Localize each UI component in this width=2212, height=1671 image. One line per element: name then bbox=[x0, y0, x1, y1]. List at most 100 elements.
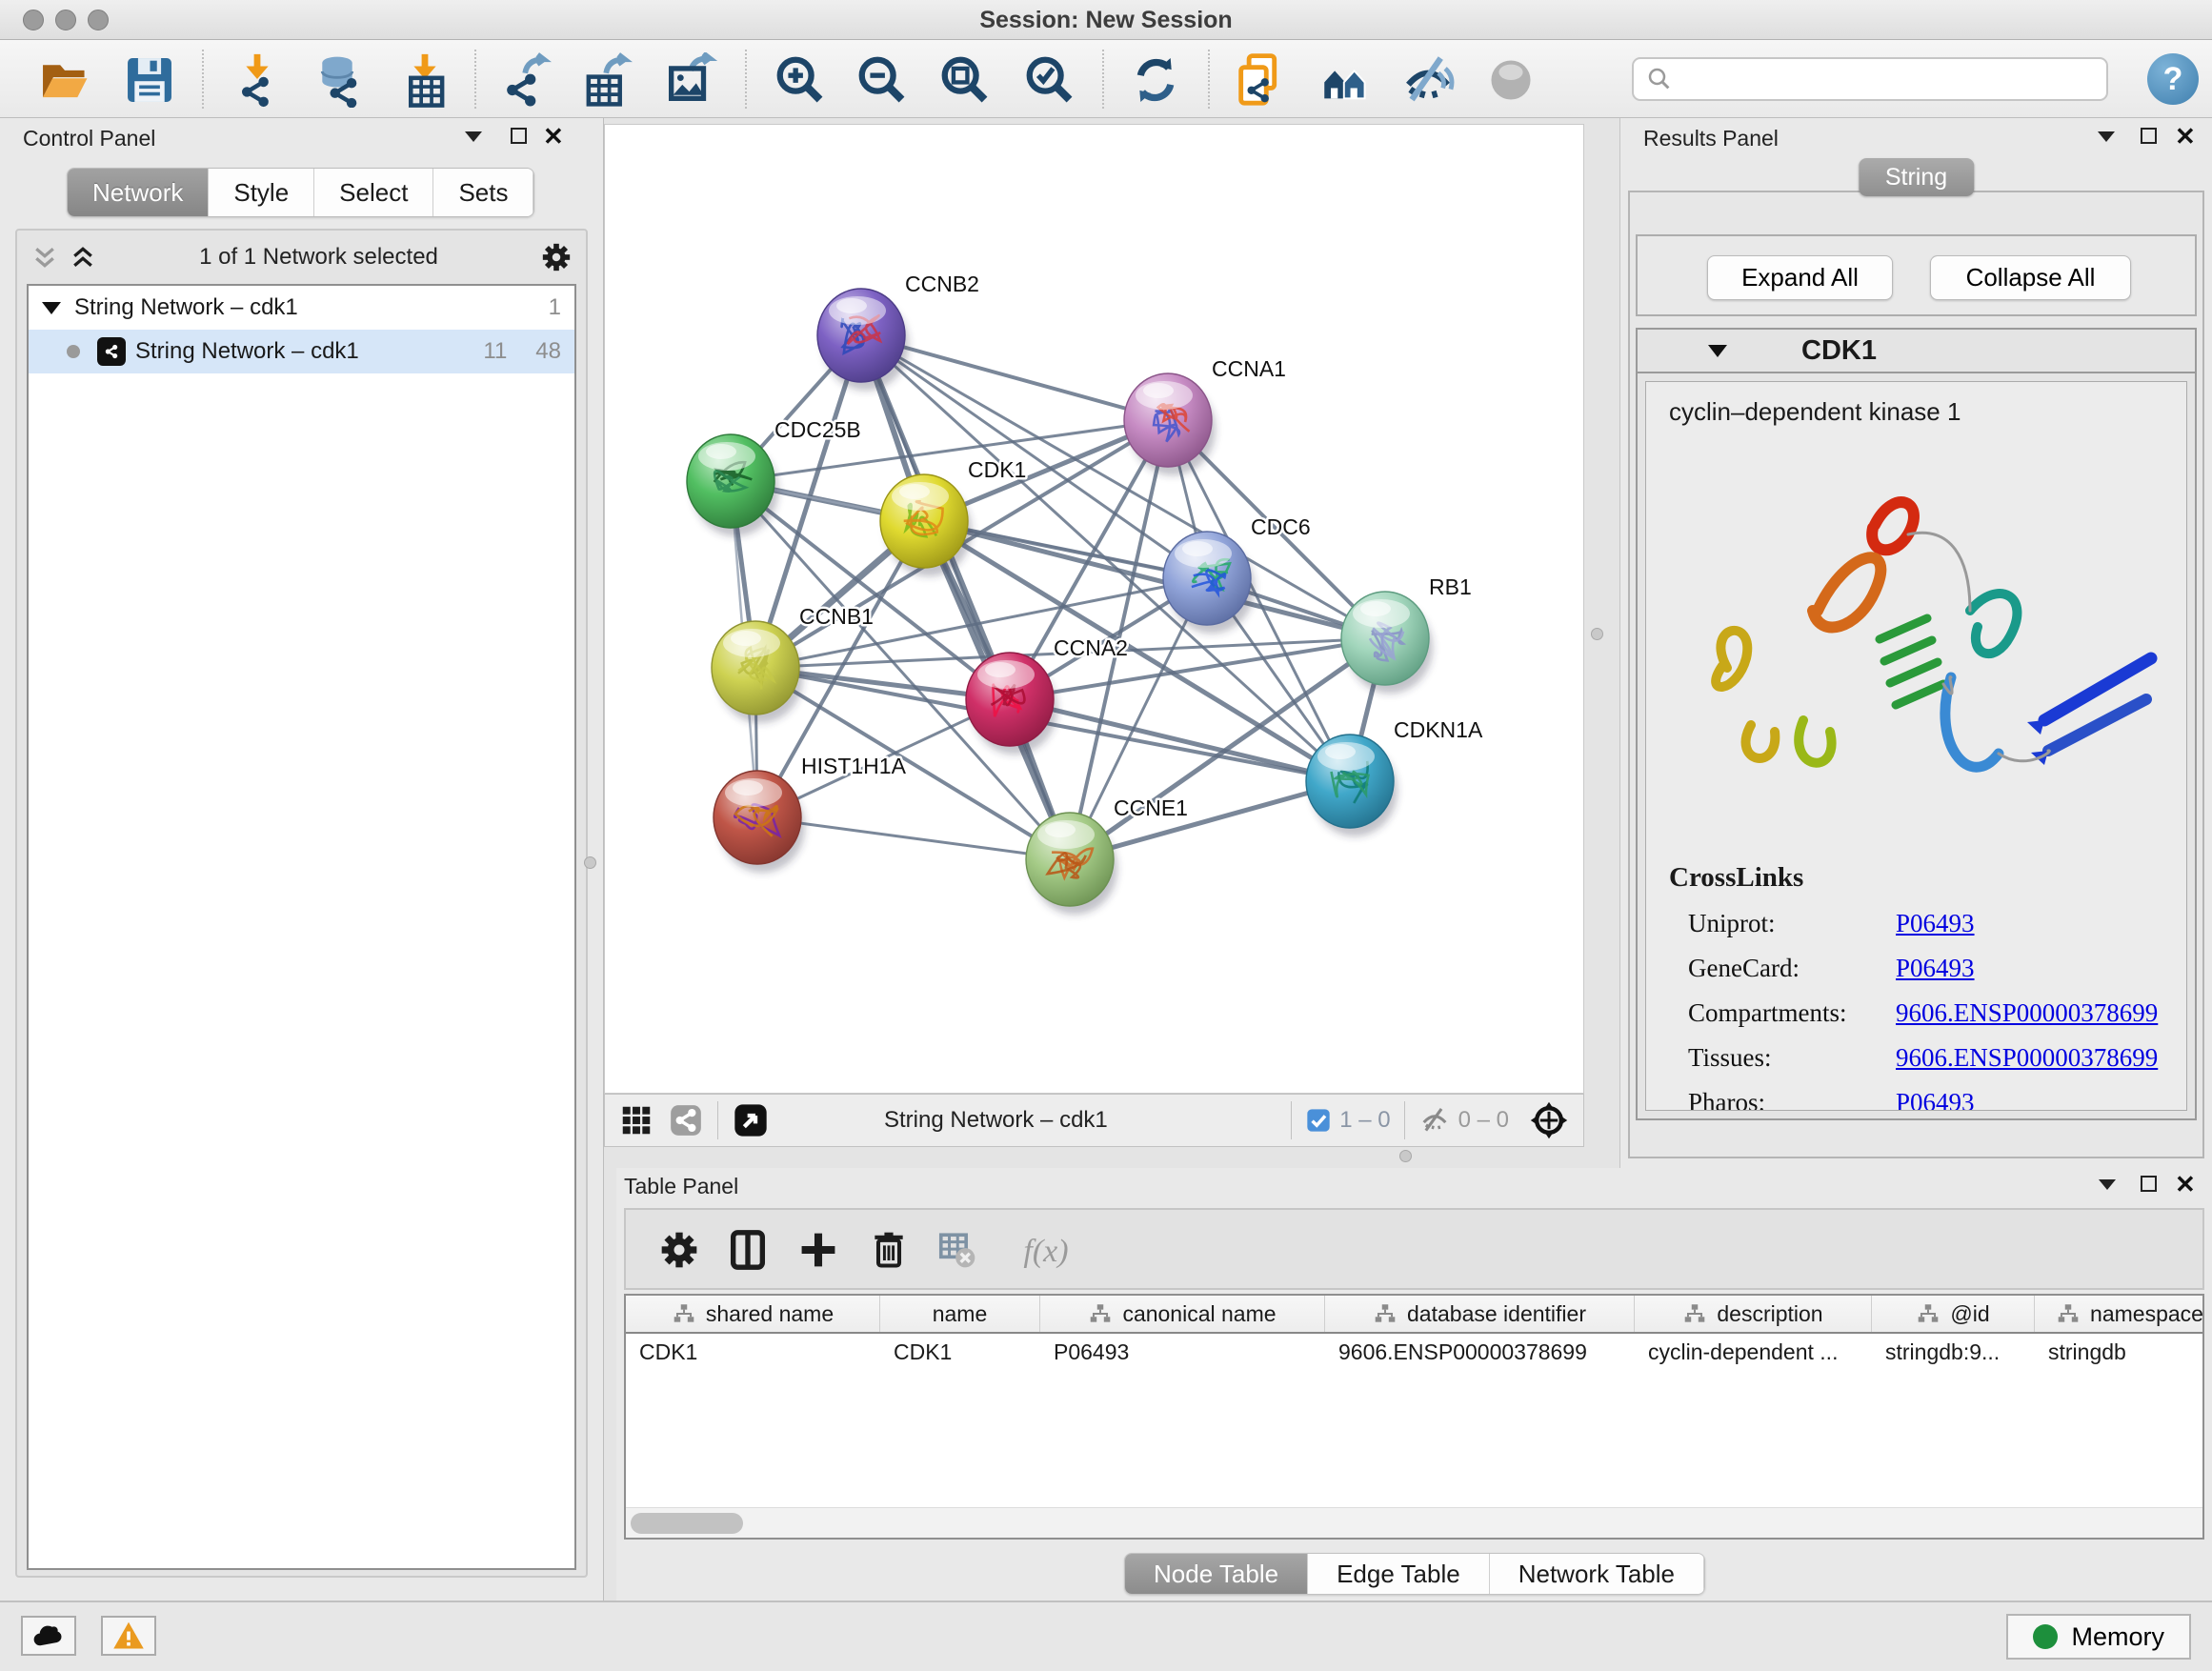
import-network-button[interactable] bbox=[230, 52, 285, 108]
hide-selected-button[interactable] bbox=[1400, 52, 1456, 108]
help-button[interactable]: ? bbox=[2147, 53, 2199, 105]
import-database-button[interactable] bbox=[310, 52, 365, 108]
table-cell[interactable]: 9606.ENSP00000378699 bbox=[1325, 1334, 1635, 1372]
network-collection-row[interactable]: String Network – cdk1 1 bbox=[29, 286, 574, 330]
network-node-CCNE1[interactable] bbox=[1026, 813, 1117, 915]
import-table-button[interactable] bbox=[397, 52, 452, 108]
warning-icon[interactable] bbox=[101, 1616, 156, 1656]
cloud-icon[interactable] bbox=[21, 1616, 76, 1656]
control-panel-collapse-icon[interactable] bbox=[465, 131, 482, 142]
table-cell[interactable]: stringdb bbox=[2035, 1334, 2204, 1372]
network-options-gear-icon[interactable] bbox=[540, 241, 573, 273]
tab-select[interactable]: Select bbox=[314, 169, 433, 216]
gear-icon[interactable] bbox=[654, 1226, 704, 1276]
column-header-@id[interactable]: @id bbox=[1872, 1296, 2035, 1332]
table-hscrollbar[interactable] bbox=[626, 1507, 2202, 1538]
table-cell[interactable]: P06493 bbox=[1040, 1334, 1325, 1372]
show-all-button[interactable] bbox=[1483, 52, 1538, 108]
table-cell[interactable]: CDK1 bbox=[880, 1334, 1040, 1372]
memory-button[interactable]: Memory bbox=[2006, 1614, 2191, 1660]
tab-string[interactable]: String bbox=[1859, 158, 1974, 196]
left-splitter-handle[interactable] bbox=[584, 856, 596, 869]
results-panel-close-icon[interactable]: ✕ bbox=[2175, 124, 2196, 149]
gene-entry-header[interactable]: CDK1 bbox=[1638, 330, 2195, 373]
table-panel-float-icon[interactable] bbox=[2141, 1176, 2157, 1192]
network-node-HIST1H1A[interactable] bbox=[714, 771, 805, 873]
add-column-icon[interactable] bbox=[794, 1226, 843, 1276]
column-header-name[interactable]: name bbox=[880, 1296, 1040, 1332]
column-header-shared-name[interactable]: shared name bbox=[626, 1296, 880, 1332]
network-node-RB1[interactable] bbox=[1341, 592, 1433, 694]
crosslink-link[interactable]: P06493 bbox=[1896, 909, 1975, 938]
results-panel-collapse-icon[interactable] bbox=[2098, 131, 2115, 142]
hscroll-thumb[interactable] bbox=[631, 1513, 743, 1534]
grid-view-icon[interactable] bbox=[618, 1102, 654, 1138]
expand-all-networks-icon[interactable] bbox=[69, 243, 97, 272]
right-splitter-handle[interactable] bbox=[1591, 628, 1603, 640]
bottom-splitter-handle[interactable] bbox=[1399, 1150, 1412, 1162]
table-panel-collapse-icon[interactable] bbox=[2099, 1179, 2116, 1190]
collapse-all-networks-icon[interactable] bbox=[30, 243, 59, 272]
table-row[interactable]: CDK1CDK1P064939606.ENSP00000378699cyclin… bbox=[626, 1334, 2202, 1372]
column-header-namespace[interactable]: namespace bbox=[2035, 1296, 2204, 1332]
new-network-from-selection-button[interactable] bbox=[1232, 52, 1287, 108]
column-header-description[interactable]: description bbox=[1635, 1296, 1872, 1332]
first-neighbors-button[interactable] bbox=[1317, 52, 1373, 108]
function-builder-icon[interactable]: f(x) bbox=[1003, 1226, 1089, 1276]
crosslink-link[interactable]: P06493 bbox=[1896, 1088, 1975, 1111]
delete-table-icon[interactable] bbox=[933, 1226, 982, 1276]
expand-all-button[interactable]: Expand All bbox=[1707, 255, 1893, 300]
network-row[interactable]: String Network – cdk1 11 48 bbox=[29, 330, 574, 373]
network-node-CDC25B[interactable] bbox=[687, 434, 778, 536]
tab-node-table[interactable]: Node Table bbox=[1125, 1554, 1308, 1594]
tab-network[interactable]: Network bbox=[68, 169, 209, 216]
control-panel-close-icon[interactable]: ✕ bbox=[543, 124, 564, 149]
tab-edge-table[interactable]: Edge Table bbox=[1308, 1554, 1490, 1594]
columns-icon[interactable] bbox=[723, 1226, 773, 1276]
tab-style[interactable]: Style bbox=[209, 169, 314, 216]
delete-column-icon[interactable] bbox=[864, 1226, 914, 1276]
network-node-CCNA2[interactable] bbox=[966, 653, 1057, 755]
network-node-CDKN1A[interactable] bbox=[1306, 735, 1398, 836]
column-header-database-identifier[interactable]: database identifier bbox=[1325, 1296, 1635, 1332]
crosslink-link[interactable]: 9606.ENSP00000378699 bbox=[1896, 1043, 2158, 1073]
tab-network-table[interactable]: Network Table bbox=[1490, 1554, 1704, 1594]
network-node-CCNA1[interactable] bbox=[1124, 373, 1216, 475]
search-input[interactable] bbox=[1674, 66, 2095, 92]
crosslink-link[interactable]: P06493 bbox=[1896, 954, 1975, 983]
zoom-selected-button[interactable] bbox=[1022, 52, 1077, 108]
collection-expander-icon[interactable] bbox=[42, 302, 61, 314]
crosslink-link[interactable]: 9606.ENSP00000378699 bbox=[1896, 998, 2158, 1028]
export-network-button[interactable] bbox=[496, 52, 552, 108]
table-panel-close-icon[interactable]: ✕ bbox=[2175, 1172, 2196, 1197]
results-panel-float-icon[interactable] bbox=[2141, 128, 2157, 144]
control-panel-float-icon[interactable] bbox=[511, 128, 527, 144]
export-table-button[interactable] bbox=[577, 52, 633, 108]
zoom-in-button[interactable] bbox=[773, 52, 828, 108]
selected-checkbox[interactable] bbox=[1305, 1107, 1332, 1134]
crosshair-icon[interactable] bbox=[1528, 1099, 1570, 1141]
zoom-fit-button[interactable] bbox=[937, 52, 993, 108]
crosslink-label: Uniprot: bbox=[1688, 909, 1896, 938]
search-box[interactable] bbox=[1632, 57, 2108, 101]
table-cell[interactable]: CDK1 bbox=[626, 1334, 880, 1372]
network-canvas[interactable]: CCNB2CCNA1CDC25BCDK1CDC6RB1CCNB1CCNA2CDK… bbox=[604, 124, 1584, 1094]
column-header-canonical-name[interactable]: canonical name bbox=[1040, 1296, 1325, 1332]
tab-sets[interactable]: Sets bbox=[433, 169, 533, 216]
network-node-CDC6[interactable] bbox=[1163, 532, 1255, 634]
open-session-button[interactable] bbox=[37, 52, 92, 108]
save-session-button[interactable] bbox=[122, 52, 177, 108]
birdseye-icon[interactable] bbox=[732, 1101, 770, 1139]
toolbar-divider bbox=[1102, 50, 1104, 109]
network-edge[interactable] bbox=[1010, 699, 1350, 781]
collapse-all-button[interactable]: Collapse All bbox=[1930, 255, 2131, 300]
share-view-icon[interactable] bbox=[668, 1102, 704, 1138]
gene-expander-icon[interactable] bbox=[1708, 345, 1727, 357]
table-cell[interactable]: stringdb:9... bbox=[1872, 1334, 2035, 1372]
network-node-CCNB2[interactable] bbox=[817, 289, 909, 391]
table-cell[interactable]: cyclin-dependent ... bbox=[1635, 1334, 1872, 1372]
network-node-CDK1[interactable] bbox=[880, 474, 972, 576]
refresh-button[interactable] bbox=[1128, 52, 1183, 108]
export-image-button[interactable] bbox=[662, 52, 717, 108]
zoom-out-button[interactable] bbox=[855, 52, 910, 108]
